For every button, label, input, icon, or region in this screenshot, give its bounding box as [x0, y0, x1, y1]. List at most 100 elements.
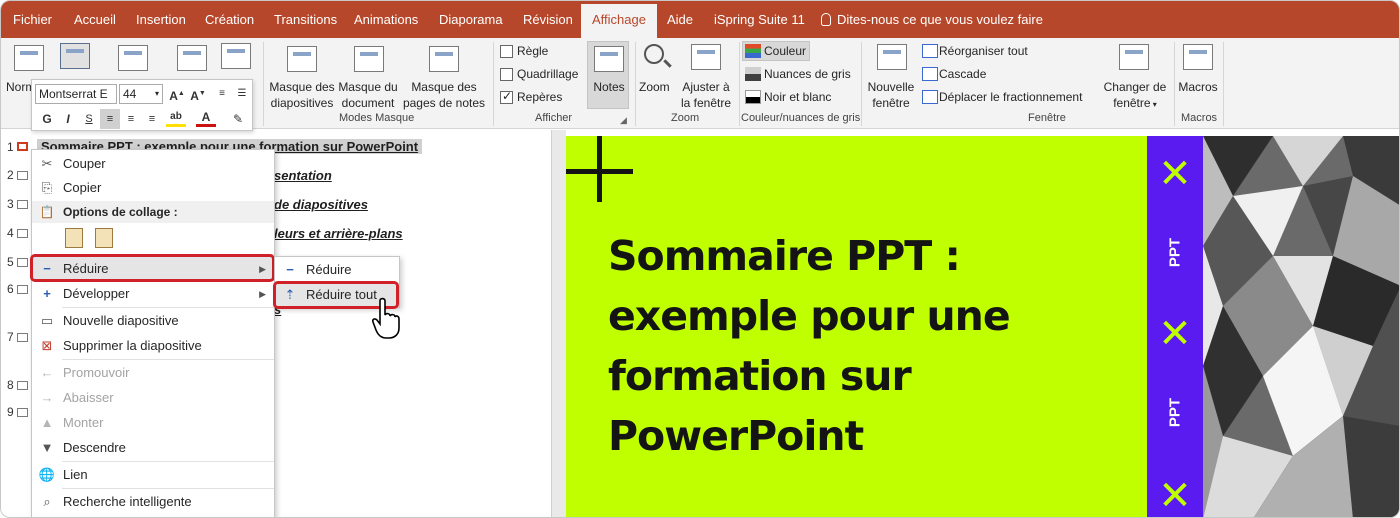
smart-lookup-icon: ⌕	[43, 494, 51, 509]
slide-icon[interactable]	[17, 285, 28, 294]
underline-icon[interactable]: S	[79, 109, 99, 129]
notes-master-icon[interactable]	[429, 46, 459, 72]
tab-revision[interactable]: Révision	[523, 1, 573, 38]
align-right-icon[interactable]: ≡	[142, 109, 162, 129]
slide-master-icon[interactable]	[287, 46, 317, 72]
move-split-button[interactable]: Déplacer le fractionnement	[939, 89, 1082, 105]
blackwhite-swatch-icon[interactable]	[745, 90, 761, 104]
bold-button[interactable]: G	[37, 109, 57, 129]
menu-item-lien[interactable]: 🌐 Lien	[32, 463, 274, 487]
menu-label: Supprimer la diapositive	[63, 338, 202, 353]
outline-title-4[interactable]: leurs et arrière-plans	[274, 226, 403, 241]
align-center-icon[interactable]: ≡	[121, 109, 141, 129]
italic-button[interactable]: I	[58, 109, 78, 129]
tab-accueil[interactable]: Accueil	[74, 1, 116, 38]
notes-button[interactable]: Notes	[587, 41, 629, 109]
handout-master-icon[interactable]	[354, 46, 384, 72]
slide-icon[interactable]	[17, 229, 28, 238]
highlight-color-icon[interactable]: ab	[166, 109, 186, 127]
slide-number: 7	[7, 330, 14, 344]
align-left-icon[interactable]: ≡	[100, 109, 120, 129]
menu-item-nouvelle-diapositive[interactable]: ▭ Nouvelle diapositive	[32, 309, 274, 333]
color-swatch-icon	[745, 44, 761, 58]
cascade-button[interactable]: Cascade	[939, 66, 986, 82]
font-size-field[interactable]: 44 ▾	[119, 84, 163, 104]
slide-icon[interactable]	[17, 408, 28, 417]
quadrillage-checkbox[interactable]	[500, 68, 513, 81]
normal-view-icon[interactable]	[14, 45, 44, 71]
slide-icon[interactable]	[17, 171, 28, 180]
clear-format-icon[interactable]: ≡	[212, 84, 232, 104]
noir-blanc-label[interactable]: Noir et blanc	[764, 89, 831, 105]
slide-icon[interactable]	[17, 333, 28, 342]
slide-title[interactable]: Sommaire PPT : exemple pour une formatio…	[608, 226, 1128, 466]
macros-button[interactable]: Macros	[1177, 79, 1219, 95]
bullets-icon[interactable]: ☰	[232, 84, 252, 104]
slide-icon[interactable]	[17, 142, 28, 151]
label: Nouvelle	[867, 80, 915, 94]
arrange-all-button[interactable]: Réorganiser tout	[939, 43, 1028, 59]
new-window-icon[interactable]	[877, 44, 907, 70]
arrange-all-icon	[922, 44, 938, 58]
menu-item-recherche[interactable]: ⌕ Recherche intelligente	[32, 490, 274, 514]
group-label-afficher: Afficher	[535, 112, 573, 124]
slide-master-button[interactable]: Masque des diapositives	[269, 79, 335, 111]
tab-transitions[interactable]: Transitions	[274, 1, 337, 38]
grow-font-icon[interactable]: A▲	[167, 84, 187, 104]
slide-number: 3	[7, 197, 14, 211]
arrow-left-icon: ←	[40, 365, 54, 380]
font-name-field[interactable]: Montserrat E	[35, 84, 117, 104]
slide-icon[interactable]	[17, 200, 28, 209]
menu-item-developper[interactable]: + Développer ▶	[32, 282, 274, 306]
tab-diaporama[interactable]: Diaporama	[439, 1, 503, 38]
notes-page-icon[interactable]	[177, 45, 207, 71]
tab-ispring[interactable]: iSpring Suite 11	[714, 1, 805, 38]
handout-master-button[interactable]: Masque du document	[337, 79, 399, 111]
x-mark-icon: ✕	[1158, 312, 1192, 356]
menu-item-descendre[interactable]: ▼ Descendre	[32, 436, 274, 460]
nuances-label[interactable]: Nuances de gris	[764, 66, 851, 82]
slide-sorter-icon[interactable]	[118, 45, 148, 71]
tell-me-search[interactable]: Dites-nous ce que vous voulez faire	[821, 1, 1043, 38]
zoom-icon[interactable]	[644, 44, 664, 64]
tab-insertion[interactable]: Insertion	[136, 1, 186, 38]
menu-item-couper[interactable]: ✂ Couper	[32, 152, 274, 176]
paste-keep-source-icon[interactable]	[65, 228, 83, 248]
fit-window-button[interactable]: Ajuster à la fenêtre	[677, 79, 735, 111]
zoom-button[interactable]: Zoom	[639, 79, 670, 95]
format-painter-icon[interactable]: ✎	[228, 109, 248, 129]
pane-splitter[interactable]	[551, 130, 566, 517]
font-color-icon[interactable]: A	[196, 109, 216, 127]
notes-label: Notes	[593, 80, 625, 94]
menu-item-monter: ▲ Monter	[32, 411, 274, 435]
tab-aide[interactable]: Aide	[667, 1, 693, 38]
menu-label: Options de collage :	[63, 205, 178, 219]
tab-creation[interactable]: Création	[205, 1, 254, 38]
switch-window-icon[interactable]	[1119, 44, 1149, 70]
group-label-macros: Macros	[1181, 112, 1218, 124]
new-window-button[interactable]: Nouvelle fenêtre	[863, 79, 919, 111]
reading-view-icon[interactable]	[221, 43, 251, 69]
macros-icon[interactable]	[1183, 44, 1213, 70]
tab-affichage[interactable]: Affichage	[581, 4, 657, 38]
shrink-font-icon[interactable]: A▼	[188, 84, 208, 104]
fit-window-icon[interactable]	[691, 44, 721, 70]
outline-title-3[interactable]: de diapositives	[274, 197, 368, 212]
tab-animations[interactable]: Animations	[354, 1, 418, 38]
regle-checkbox[interactable]	[500, 45, 513, 58]
outline-view-icon[interactable]	[60, 43, 90, 69]
slide-icon[interactable]	[17, 381, 28, 390]
dialog-launcher-icon[interactable]: ◢	[620, 112, 627, 128]
slide-preview[interactable]: Sommaire PPT : exemple pour une formatio…	[566, 136, 1399, 517]
tab-fichier[interactable]: Fichier	[13, 1, 52, 38]
notes-master-button[interactable]: Masque des pages de notes	[401, 79, 487, 111]
outline-title-2[interactable]: sentation	[274, 168, 332, 183]
menu-item-supprimer-diapositive[interactable]: ⊠ Supprimer la diapositive	[32, 334, 274, 358]
submenu-item-reduire[interactable]: − Réduire	[275, 258, 399, 282]
menu-item-copier[interactable]: ⎘ Copier	[32, 176, 274, 200]
slide-icon[interactable]	[17, 258, 28, 267]
paste-picture-icon[interactable]	[95, 228, 113, 248]
reperes-checkbox[interactable]	[500, 89, 513, 104]
grayscale-swatch-icon[interactable]	[745, 67, 761, 81]
switch-window-button[interactable]: Changer de fenêtre ▾	[1100, 79, 1170, 113]
